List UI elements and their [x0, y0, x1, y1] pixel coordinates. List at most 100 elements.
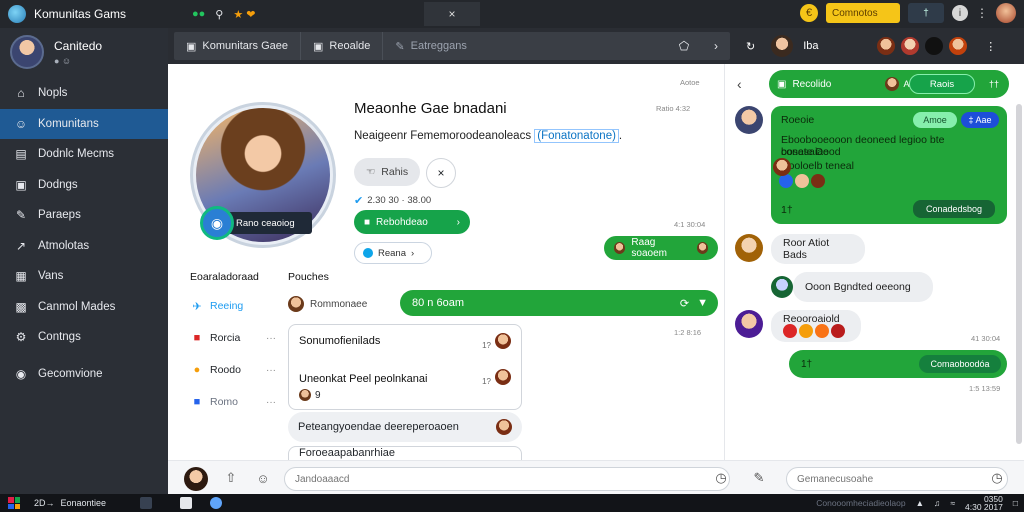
- chevron-right-icon[interactable]: ›: [702, 32, 730, 60]
- sidebar-item-home[interactable]: ⌂ Nopls: [0, 78, 168, 109]
- wifi-icon[interactable]: ≈: [950, 498, 955, 508]
- avatar[interactable]: [10, 35, 44, 69]
- tab-edit[interactable]: ✎ Eatreggans: [382, 32, 478, 60]
- avatar[interactable]: [949, 37, 968, 55]
- more-icon[interactable]: ···: [266, 333, 276, 344]
- description-link[interactable]: (Fonatonatone): [534, 129, 619, 143]
- avatar[interactable]: [901, 37, 920, 55]
- post-card[interactable]: Foroeaapabanrhiae: [288, 446, 522, 460]
- chat-topic-bar[interactable]: ▣ Recolido Amoe Raois ††: [769, 70, 1009, 98]
- message-bubble[interactable]: Ooon Bgndted oeeong: [793, 272, 933, 302]
- notification-icon[interactable]: □: [1013, 498, 1018, 508]
- message-input[interactable]: [284, 467, 730, 491]
- chevron-down-icon[interactable]: ▼: [697, 297, 708, 310]
- posts-author[interactable]: Rommonaee: [288, 296, 367, 312]
- more-icon[interactable]: ···: [266, 365, 276, 376]
- post-card[interactable]: Sonumofienilads 1? Uneonkat Peel peolnka…: [288, 324, 522, 410]
- avatar[interactable]: [925, 37, 944, 55]
- windows-icon[interactable]: [8, 497, 20, 509]
- reaction-avatar[interactable]: [783, 324, 797, 338]
- clock[interactable]: 0350 4:30 2017: [965, 495, 1003, 512]
- sidebar-item-events[interactable]: ▦ Vans: [0, 261, 168, 292]
- sidebar-item-modes[interactable]: ▩ Canmol Mades: [0, 292, 168, 323]
- tab-details[interactable]: ▣ Reoalde: [300, 32, 382, 60]
- tray-text: Conooomheciadieolaop: [816, 498, 906, 508]
- tab-community[interactable]: ▣ Komunitars Gaee: [174, 32, 300, 60]
- avatar[interactable]: [184, 467, 208, 491]
- reaction-avatar[interactable]: [811, 174, 825, 188]
- app-icon[interactable]: [210, 497, 223, 509]
- share-button[interactable]: ×: [426, 158, 456, 188]
- avatar[interactable]: [735, 310, 763, 338]
- list-item[interactable]: ■ Romo ···: [190, 386, 280, 418]
- pencil-icon[interactable]: ✎: [750, 469, 768, 487]
- sidebar-item-documents[interactable]: ▤ Dodnlc Mecms: [0, 139, 168, 170]
- reaction-avatar[interactable]: [779, 174, 793, 188]
- list-item[interactable]: ● Roodo ···: [190, 354, 280, 386]
- avatar[interactable]: [773, 158, 791, 176]
- secondary-button[interactable]: Reana ›: [354, 242, 432, 264]
- profile-card[interactable]: Canitedo ● ☺: [0, 28, 168, 76]
- message-bubble[interactable]: Roeoie Amoe ‡ Aae Eboobooeooon deoneed l…: [771, 106, 1007, 224]
- circle-icon: [363, 248, 373, 258]
- sidebar-item-global[interactable]: ◉ Gecomvione: [0, 359, 168, 390]
- app-icon[interactable]: [180, 497, 193, 509]
- reactions[interactable]: [783, 324, 845, 338]
- clock-icon[interactable]: ◷: [712, 469, 730, 487]
- tab-strip[interactable]: ●● ⚲ ★ ❤: [186, 4, 416, 24]
- message-bubble[interactable]: Raag soaoem: [604, 236, 718, 260]
- reply-pill[interactable]: Conadedsbog: [913, 200, 995, 218]
- search-icon[interactable]: ⚲: [215, 8, 223, 21]
- sidebar-item-settings[interactable]: ⚙ Contngs: [0, 322, 168, 353]
- user-avatar[interactable]: [996, 3, 1016, 23]
- coin-icon[interactable]: €: [800, 4, 818, 22]
- volume-icon[interactable]: ♫: [934, 498, 940, 508]
- message-bubble[interactable]: 1† Comaoboodóa: [789, 350, 1007, 378]
- reaction-avatar[interactable]: [815, 324, 829, 338]
- tag-pill[interactable]: Amoe: [913, 112, 957, 128]
- sidebar-item-library[interactable]: ▣ Dodngs: [0, 170, 168, 201]
- topic-tab[interactable]: Raois: [909, 74, 975, 94]
- clock-icon[interactable]: ◷: [988, 469, 1006, 487]
- close-tab-button[interactable]: ×: [424, 2, 480, 26]
- join-button[interactable]: ■ Rebohdeao ›: [354, 210, 470, 234]
- avatar[interactable]: [771, 276, 793, 298]
- app-icon[interactable]: [140, 497, 153, 509]
- pentagon-icon[interactable]: ⬠: [670, 32, 698, 60]
- list-item[interactable]: ✈ Reeing: [190, 290, 280, 322]
- rewards-button[interactable]: Comnotos: [826, 3, 900, 23]
- more-icon[interactable]: ···: [266, 397, 276, 408]
- sidebar-item-activity[interactable]: ↗ Atmolotas: [0, 231, 168, 262]
- reaction-avatar[interactable]: [831, 324, 845, 338]
- post-composer-bar[interactable]: 80 n 6oam ⟳ ▼: [400, 290, 718, 316]
- emoji-icon[interactable]: ☺: [254, 469, 272, 487]
- gamepad-icon[interactable]: ●●: [192, 8, 205, 20]
- reactions[interactable]: [779, 174, 825, 188]
- chat-input[interactable]: [786, 467, 1008, 491]
- scrollbar[interactable]: [1016, 104, 1022, 444]
- avatar[interactable]: [735, 234, 763, 262]
- more-icon[interactable]: ⋮: [985, 40, 996, 53]
- list-item[interactable]: ■ Rorcia ···: [190, 322, 280, 354]
- sidebar-item-params[interactable]: ✎ Paraeps: [0, 200, 168, 231]
- network-icon[interactable]: ▲: [916, 498, 924, 508]
- like-button[interactable]: ☜ Rahis: [354, 158, 420, 186]
- post-card[interactable]: Peteangyoendae deereperoaoen: [288, 412, 522, 442]
- reaction-avatar[interactable]: [799, 324, 813, 338]
- reply-pill[interactable]: Comaoboodóa: [919, 355, 1001, 373]
- message-bubble[interactable]: Roor Atiot Bads: [771, 234, 865, 264]
- info-icon[interactable]: i: [952, 5, 968, 21]
- tag-pill[interactable]: ‡ Aae: [961, 112, 999, 128]
- download-button[interactable]: †: [908, 3, 944, 23]
- reaction-avatar[interactable]: [795, 174, 809, 188]
- taskbar-start[interactable]: 2D→ Eonaontiee: [34, 498, 106, 508]
- avatar[interactable]: [735, 106, 763, 134]
- refresh-icon[interactable]: ↻: [746, 40, 755, 53]
- more-icon[interactable]: ⋮: [976, 6, 988, 20]
- refresh-icon[interactable]: ⟳: [680, 297, 689, 310]
- chevron-left-icon[interactable]: ‹: [737, 76, 742, 92]
- upload-icon[interactable]: ⇧: [222, 469, 240, 487]
- avatar[interactable]: [877, 37, 896, 55]
- sidebar-item-community[interactable]: ☺ Komunitans: [0, 108, 168, 139]
- avatar[interactable]: [771, 35, 794, 57]
